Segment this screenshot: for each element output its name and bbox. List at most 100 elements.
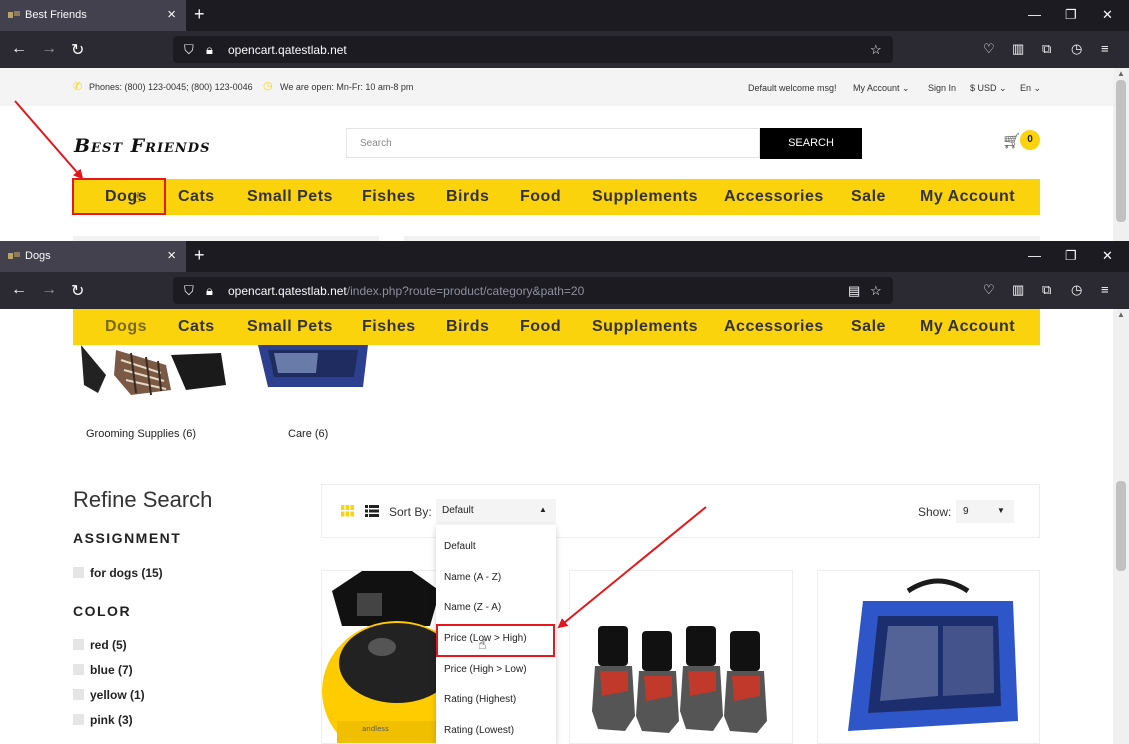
forward-icon[interactable]: → bbox=[41, 40, 57, 58]
menu-item-fishes[interactable]: Fishes bbox=[362, 188, 416, 206]
bookmark-star-icon[interactable]: ☆ bbox=[870, 283, 882, 299]
checkbox-red[interactable] bbox=[73, 639, 84, 650]
restore-icon[interactable]: ❐ bbox=[1065, 7, 1077, 23]
back-icon[interactable]: ← bbox=[11, 40, 27, 58]
pocket-icon[interactable]: ♡ bbox=[983, 282, 995, 298]
care-image[interactable] bbox=[258, 345, 370, 390]
reload-icon[interactable]: ↻ bbox=[71, 40, 84, 60]
product-image-carrier[interactable] bbox=[818, 571, 1040, 744]
new-tab-icon[interactable]: + bbox=[194, 245, 205, 266]
address-bar[interactable]: ⛉ 🔒︎ opencart.qatestlab.net ☆ bbox=[173, 36, 893, 63]
menu-item-fishes[interactable]: Fishes bbox=[362, 318, 416, 336]
subcategory-grooming-supplies[interactable]: Grooming Supplies (6) bbox=[86, 428, 196, 440]
subcategory-care[interactable]: Care (6) bbox=[288, 428, 328, 440]
menu-item-food[interactable]: Food bbox=[520, 318, 561, 336]
checkbox-pink[interactable] bbox=[73, 714, 84, 725]
pocket-icon[interactable]: ♡ bbox=[983, 41, 995, 57]
sign-in-link[interactable]: Sign In bbox=[928, 83, 956, 93]
page-scrollbar-2[interactable]: ▲ bbox=[1113, 309, 1129, 744]
tab-dogs[interactable]: Dogs × bbox=[0, 241, 186, 272]
menu-item-accessories[interactable]: Accessories bbox=[724, 188, 824, 206]
menu-item-birds[interactable]: Birds bbox=[446, 188, 489, 206]
url-text[interactable]: opencart.qatestlab.net bbox=[228, 43, 347, 57]
show-select[interactable]: 9 ▼ bbox=[956, 500, 1014, 523]
extensions-icon[interactable]: ⧉ bbox=[1042, 41, 1051, 57]
search-input[interactable]: Search bbox=[346, 128, 760, 158]
sort-option-name-asc[interactable]: Name (A - Z) bbox=[444, 572, 501, 583]
history-icon[interactable]: ◷ bbox=[1071, 41, 1082, 57]
extensions-icon[interactable]: ⧉ bbox=[1042, 282, 1051, 298]
sort-option-default[interactable]: Default bbox=[444, 541, 476, 552]
close-tab-icon[interactable]: × bbox=[167, 247, 176, 264]
menu-item-supplements[interactable]: Supplements bbox=[592, 188, 698, 206]
scroll-thumb[interactable] bbox=[1116, 481, 1126, 571]
menu-item-sale[interactable]: Sale bbox=[851, 188, 886, 206]
sort-option-rating-highest[interactable]: Rating (Highest) bbox=[444, 694, 516, 705]
reader-view-icon[interactable]: ▤ bbox=[848, 283, 860, 299]
scroll-thumb[interactable] bbox=[1116, 80, 1126, 222]
filter-blue[interactable]: blue (7) bbox=[90, 663, 133, 677]
menu-item-food[interactable]: Food bbox=[520, 188, 561, 206]
menu-item-my-account[interactable]: My Account bbox=[920, 188, 1015, 206]
menu-item-accessories[interactable]: Accessories bbox=[724, 318, 824, 336]
shield-icon[interactable]: ⛉ bbox=[184, 283, 194, 299]
back-icon[interactable]: ← bbox=[11, 281, 27, 299]
menu-item-birds[interactable]: Birds bbox=[446, 318, 489, 336]
reader-sidebar-icon[interactable]: ▥ bbox=[1012, 282, 1024, 298]
bookmark-star-icon[interactable]: ☆ bbox=[870, 42, 882, 58]
menu-item-dogs[interactable]: Dogs bbox=[105, 318, 147, 336]
sort-select[interactable]: Default ▲ bbox=[436, 499, 556, 524]
minimize-icon[interactable]: — bbox=[1028, 248, 1041, 263]
minimize-icon[interactable]: — bbox=[1028, 7, 1041, 22]
menu-item-cats[interactable]: Cats bbox=[178, 318, 215, 336]
sort-option-price-desc[interactable]: Price (High > Low) bbox=[444, 664, 527, 675]
product-card-3[interactable] bbox=[817, 570, 1040, 744]
address-bar[interactable]: ⛉ 🔒︎ opencart.qatestlab.net/index.php?ro… bbox=[173, 277, 893, 304]
scroll-up-icon[interactable]: ▲ bbox=[1117, 69, 1125, 78]
close-tab-icon[interactable]: × bbox=[167, 6, 176, 23]
menu-item-cats[interactable]: Cats bbox=[178, 188, 215, 206]
product-card-2[interactable] bbox=[569, 570, 793, 744]
shield-icon[interactable]: ⛉ bbox=[184, 42, 194, 58]
close-window-icon[interactable]: ✕ bbox=[1102, 248, 1113, 264]
url-text[interactable]: opencart.qatestlab.net/index.php?route=p… bbox=[228, 284, 584, 298]
cart-count-badge[interactable]: 0 bbox=[1020, 130, 1040, 150]
lock-icon[interactable]: 🔒︎ bbox=[206, 42, 213, 58]
reload-icon[interactable]: ↻ bbox=[71, 281, 84, 301]
filter-pink[interactable]: pink (3) bbox=[90, 713, 133, 727]
tab-best-friends[interactable]: Best Friends × bbox=[0, 0, 186, 31]
my-account-dropdown[interactable]: My Account ⌄ bbox=[853, 83, 910, 94]
menu-item-small-pets[interactable]: Small Pets bbox=[247, 318, 333, 336]
filter-for-dogs[interactable]: for dogs (15) bbox=[90, 566, 163, 580]
forward-icon[interactable]: → bbox=[41, 281, 57, 299]
checkbox-yellow[interactable] bbox=[73, 689, 84, 700]
sort-option-name-desc[interactable]: Name (Z - A) bbox=[444, 602, 501, 613]
checkbox-for-dogs[interactable] bbox=[73, 567, 84, 578]
product-image-dog-boots[interactable] bbox=[570, 571, 793, 744]
menu-icon[interactable]: ≡ bbox=[1101, 282, 1109, 297]
filter-red[interactable]: red (5) bbox=[90, 638, 127, 652]
grooming-supplies-image[interactable] bbox=[76, 345, 236, 400]
menu-item-small-pets[interactable]: Small Pets bbox=[247, 188, 333, 206]
currency-dropdown[interactable]: $ USD ⌄ bbox=[970, 83, 1007, 94]
filter-yellow[interactable]: yellow (1) bbox=[90, 688, 145, 702]
site-logo[interactable]: Best Friends bbox=[74, 135, 210, 157]
lock-icon[interactable]: 🔒︎ bbox=[206, 283, 213, 299]
search-button[interactable]: SEARCH bbox=[760, 128, 862, 159]
history-icon[interactable]: ◷ bbox=[1071, 282, 1082, 298]
menu-icon[interactable]: ≡ bbox=[1101, 41, 1109, 56]
list-view-icon[interactable] bbox=[365, 505, 379, 517]
restore-icon[interactable]: ❐ bbox=[1065, 248, 1077, 264]
menu-item-my-account[interactable]: My Account bbox=[920, 318, 1015, 336]
menu-item-sale[interactable]: Sale bbox=[851, 318, 886, 336]
grid-view-icon[interactable] bbox=[341, 505, 354, 517]
page-scrollbar-1[interactable]: ▲ bbox=[1113, 68, 1129, 241]
new-tab-icon[interactable]: + bbox=[194, 4, 205, 25]
cart-icon[interactable]: 🛒︎ bbox=[1002, 132, 1021, 150]
scroll-up-icon[interactable]: ▲ bbox=[1117, 310, 1125, 319]
language-dropdown[interactable]: En ⌄ bbox=[1020, 83, 1041, 94]
checkbox-blue[interactable] bbox=[73, 664, 84, 675]
close-window-icon[interactable]: ✕ bbox=[1102, 7, 1113, 23]
sort-option-rating-lowest[interactable]: Rating (Lowest) bbox=[444, 725, 514, 736]
menu-item-supplements[interactable]: Supplements bbox=[592, 318, 698, 336]
